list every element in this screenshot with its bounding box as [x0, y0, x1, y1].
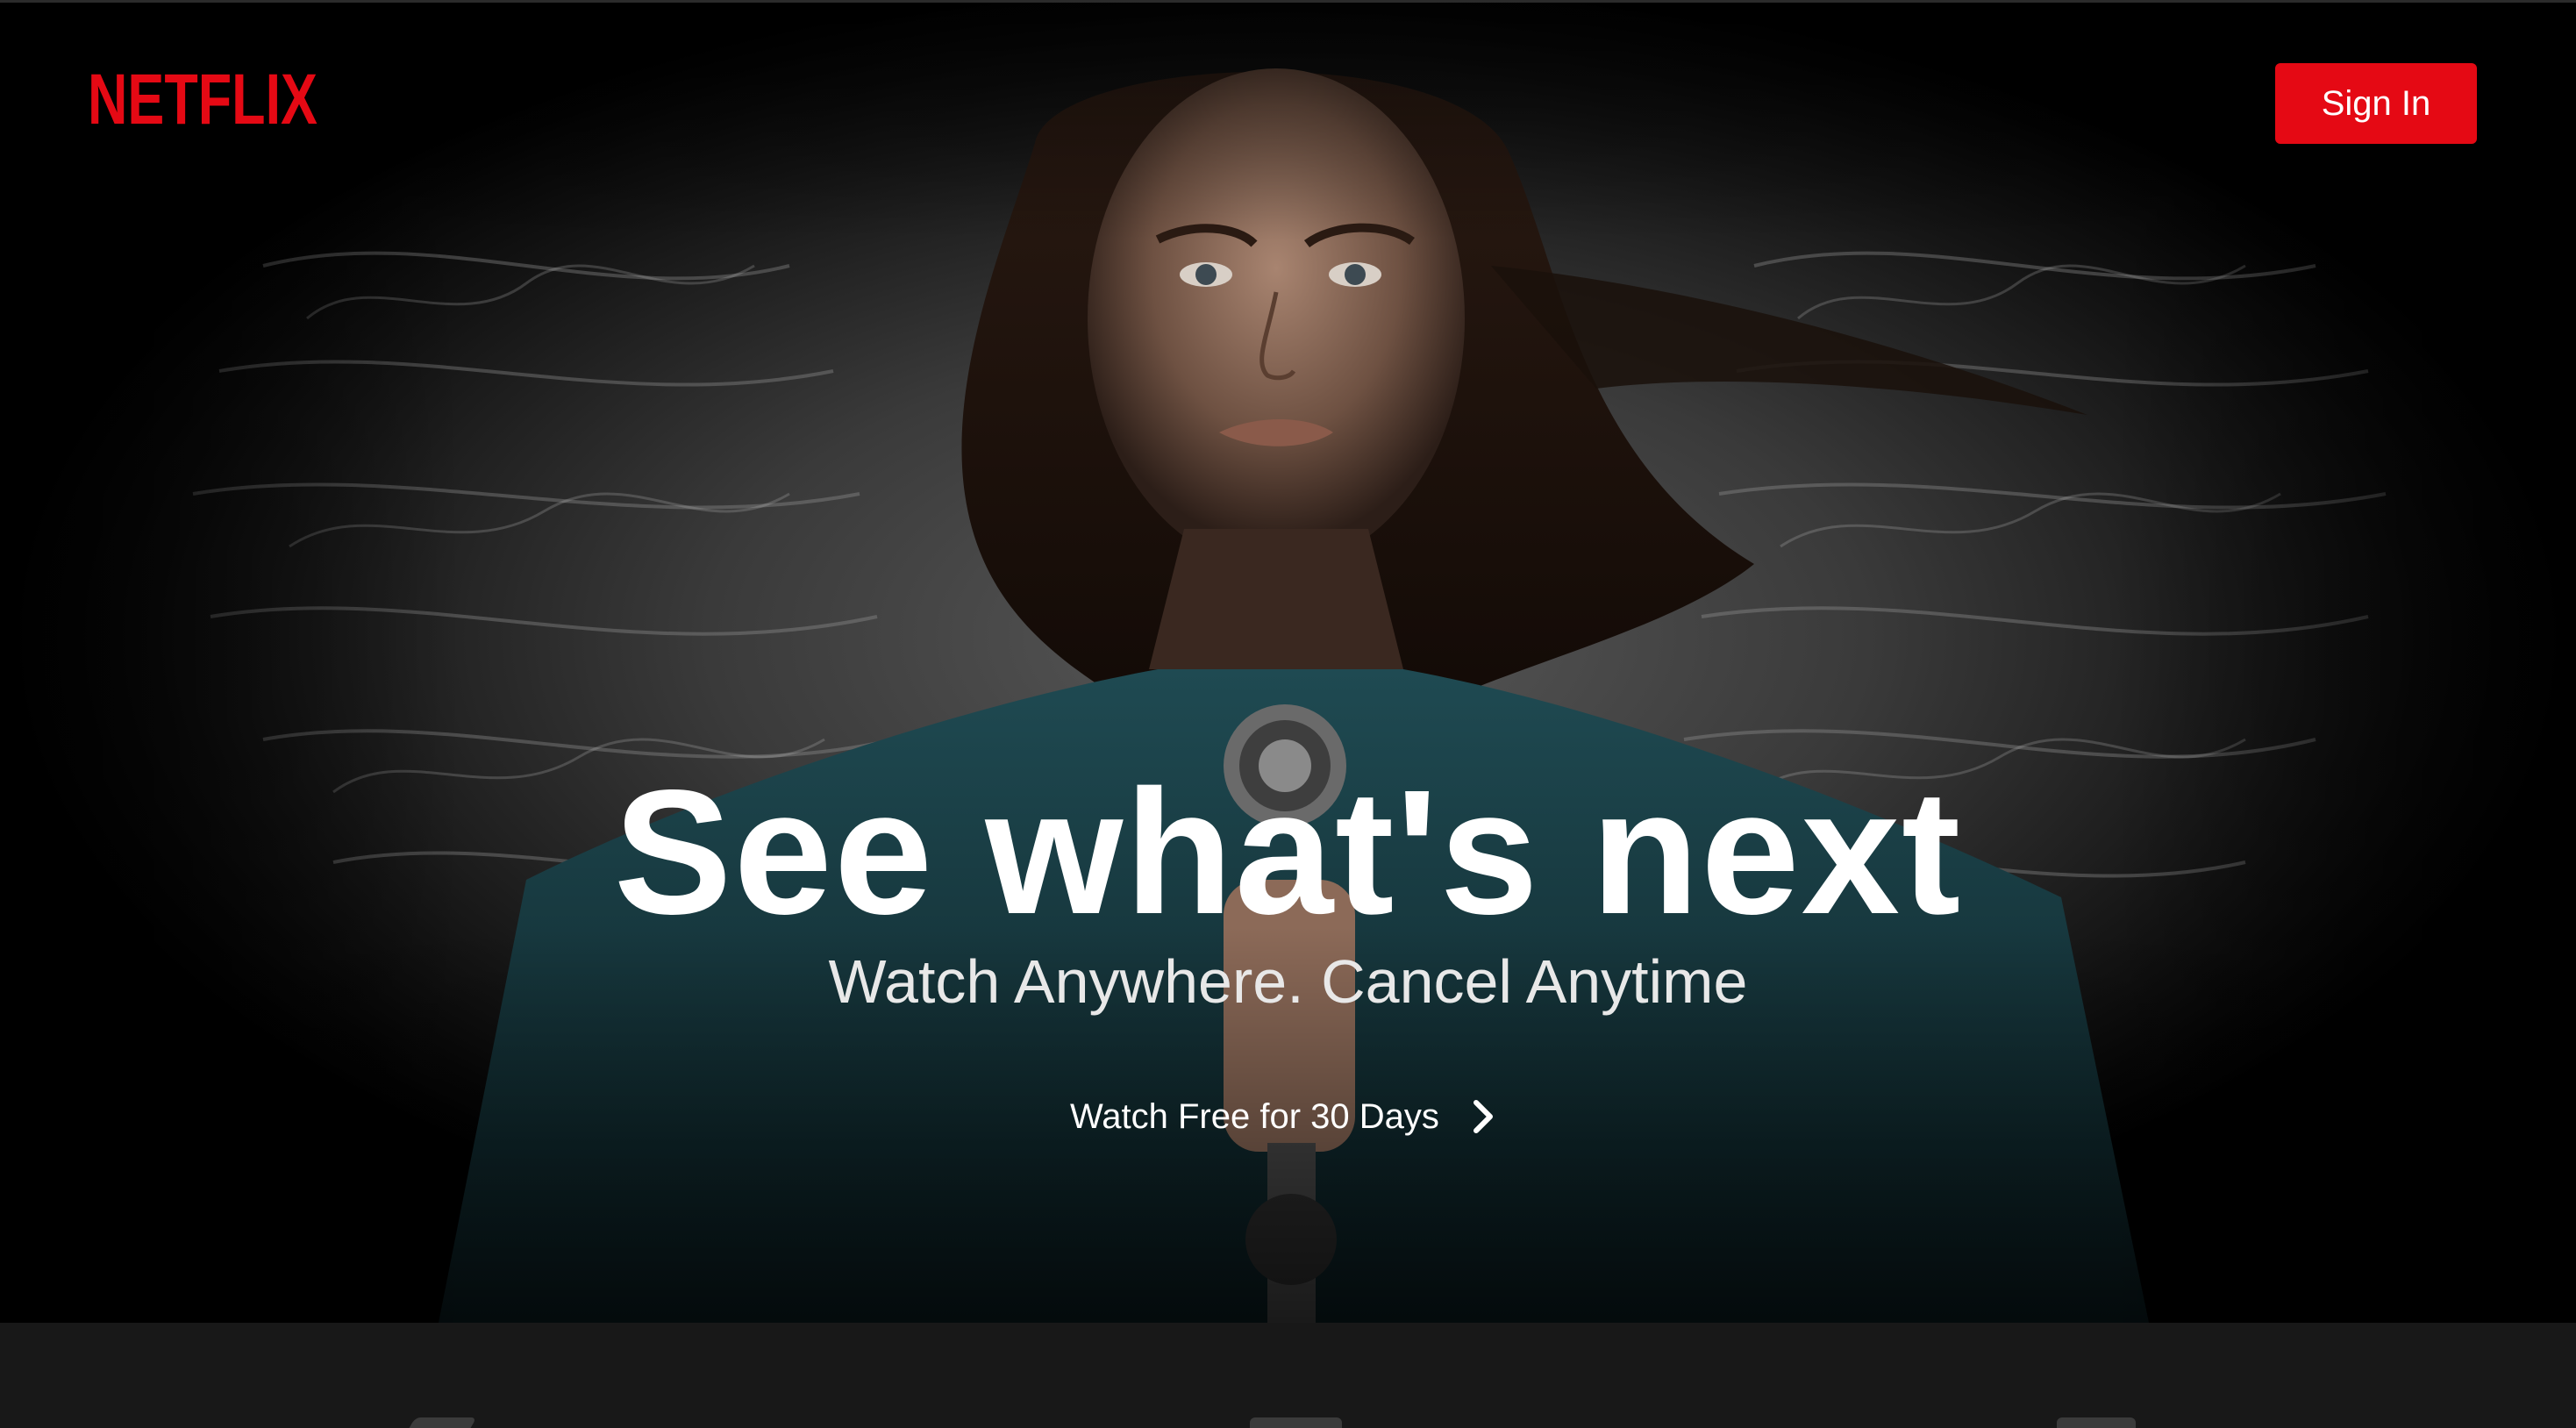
hero-subheadline: Watch Anywhere. Cancel Anytime — [828, 947, 1748, 1016]
cta-label: Watch Free for 30 Days — [1070, 1096, 1439, 1136]
sign-in-button[interactable]: Sign In — [2275, 63, 2477, 144]
tab-icon-partial-left[interactable] — [409, 1417, 477, 1428]
tab-icon-partial-center[interactable] — [1250, 1417, 1342, 1428]
feature-tabs-band — [0, 1323, 2576, 1428]
page: NETFLIX Sign In See what's next Watch An… — [0, 0, 2576, 1428]
logo-text: NETFLIX — [88, 62, 318, 132]
hero-section: NETFLIX Sign In See what's next Watch An… — [0, 3, 2576, 1323]
watch-free-cta-link[interactable]: Watch Free for 30 Days — [1070, 1090, 1499, 1143]
chevron-right-icon — [1473, 1100, 1493, 1133]
hero-headline: See what's next — [613, 753, 1963, 951]
tab-icon-partial-right[interactable] — [2057, 1417, 2136, 1428]
netflix-logo[interactable]: NETFLIX — [88, 62, 319, 132]
